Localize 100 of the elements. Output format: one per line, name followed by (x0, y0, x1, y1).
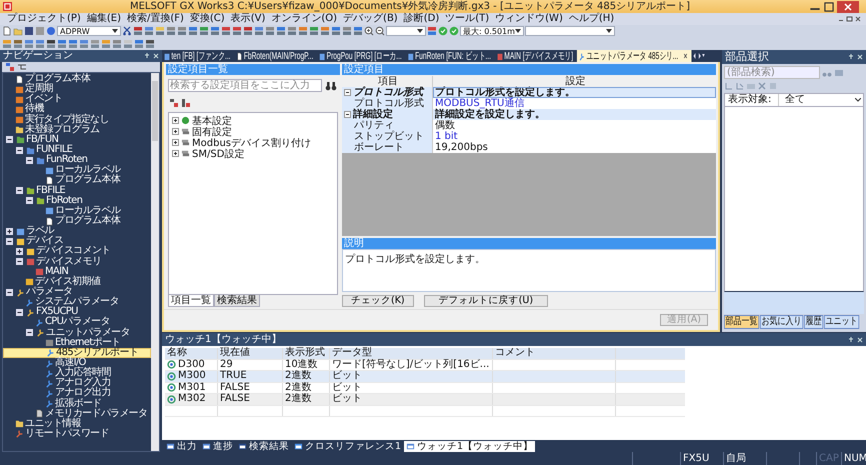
tree-item[interactable]: ローカルラベル (3, 206, 151, 216)
scrollbar[interactable] (151, 73, 159, 451)
scan-time-combo[interactable]: 最大: 0.501m (460, 26, 524, 36)
dialog-button[interactable]: チェック(K) (342, 295, 414, 307)
ladder-tool-icon[interactable] (177, 26, 187, 36)
ladder-tool-icon[interactable] (145, 38, 155, 49)
menu-item[interactable]: 表示(V) (228, 13, 268, 25)
expand-all-icon[interactable] (169, 98, 179, 108)
ladder-tool-icon[interactable] (298, 26, 308, 36)
tree-item[interactable]: FBFILE (3, 186, 151, 196)
tree-item[interactable]: 拡張ボード (3, 398, 151, 409)
tree-item[interactable]: ラベル (3, 226, 151, 236)
ladder-tool-icon[interactable] (188, 26, 198, 36)
panel-tab[interactable]: ユニット (824, 315, 860, 329)
tree-item[interactable]: Modbusデバイス割り付け (172, 137, 334, 148)
setting-value[interactable]: 偶数 (433, 120, 716, 131)
tree-item[interactable]: プログラム本体 (3, 175, 151, 186)
collapse-icon[interactable] (6, 136, 13, 144)
ladder-tool-icon[interactable] (210, 26, 220, 36)
ladder-tool-icon[interactable] (155, 26, 165, 36)
panel-tab[interactable]: 履歴 (804, 315, 824, 329)
tree-item[interactable]: 固有設定 (172, 126, 334, 137)
menu-item[interactable]: 変換(C) (186, 13, 228, 25)
zoom-out-icon[interactable] (375, 26, 385, 36)
tree-item[interactable]: FbRoten (3, 196, 151, 206)
tree-item[interactable]: FB/FUN (3, 134, 151, 145)
tree-item[interactable]: FUNFILE (3, 144, 151, 156)
tree-item[interactable]: FunRoten (3, 155, 151, 166)
collapse-icon[interactable] (26, 197, 33, 204)
output-tab[interactable]: ウォッチ1【ウォッチ中】 (404, 440, 536, 452)
output-tab[interactable]: 出力 (164, 440, 199, 452)
document-tab[interactable]: MAIN [デバイスメモリ] (494, 50, 578, 62)
tree-item[interactable]: 基本設定 (172, 115, 334, 126)
scissors-icon[interactable] (122, 26, 132, 36)
collapse-icon[interactable] (16, 146, 23, 154)
close-icon[interactable] (836, 0, 860, 12)
pin-close-icon[interactable] (144, 52, 160, 60)
ladder-tool-icon[interactable] (166, 26, 176, 36)
tool-icon[interactable] (735, 81, 745, 91)
ladder-tool-icon[interactable] (276, 26, 286, 36)
output-tab[interactable]: 検索結果 (236, 440, 291, 452)
panel-tab[interactable]: お気に入り (760, 315, 804, 329)
ladder-tool-icon[interactable] (13, 38, 23, 49)
tree-item[interactable]: 485シリアルポート (3, 348, 151, 358)
tree-item[interactable]: MAIN (3, 266, 151, 277)
output-tab[interactable]: クロスリファレンス1 (292, 440, 404, 452)
panel-tab[interactable]: 部品一覧 (724, 315, 760, 329)
expand-icon[interactable] (172, 117, 179, 124)
close-icon[interactable] (684, 53, 688, 59)
collapse-icon[interactable] (16, 187, 23, 194)
ladder-tool-icon[interactable] (353, 26, 363, 36)
expand-icon[interactable] (6, 228, 13, 235)
ladder-tool-icon[interactable] (342, 26, 352, 36)
collapse-all-icon[interactable] (181, 98, 191, 108)
tree-item[interactable]: 未登録プログラム (3, 124, 151, 135)
tree-item[interactable]: アナログ出力 (3, 388, 151, 398)
tool-icon[interactable] (724, 81, 734, 91)
collapse-icon[interactable] (344, 89, 351, 96)
group-row[interactable]: 詳細設定 詳細設定を設定します。 (342, 109, 716, 120)
expand-icon[interactable] (16, 248, 23, 255)
collapse-icon[interactable] (26, 329, 33, 336)
expand-icon[interactable] (172, 139, 179, 146)
tree-item[interactable]: デバイスメモリ (3, 256, 151, 267)
panel-tab[interactable]: 項目一覧 (168, 295, 214, 307)
setting-value[interactable]: MODBUS_RTU通信 (433, 98, 716, 109)
tree-item[interactable]: リモートパスワード (3, 428, 151, 440)
filter-dropdown[interactable]: 全て (779, 94, 863, 106)
menu-item[interactable]: 編集(E) (84, 13, 124, 25)
ladder-tool-icon[interactable] (144, 26, 154, 36)
tree-item[interactable]: ローカルラベル (3, 165, 151, 176)
save-icon[interactable] (24, 26, 34, 36)
ladder-tool-icon[interactable] (287, 26, 297, 36)
check-circle-icon[interactable] (438, 26, 448, 36)
tree-item[interactable]: 定周期 (3, 84, 151, 94)
combo-box[interactable] (525, 26, 615, 36)
tab-scroll-icon[interactable] (692, 52, 705, 60)
ladder-tool-icon[interactable] (199, 26, 209, 36)
ladder-tool-icon[interactable] (254, 26, 264, 36)
check-circle-icon[interactable] (449, 26, 459, 36)
ladder-tool-icon[interactable] (265, 26, 275, 36)
tree-item[interactable]: プログラム本体 (3, 216, 151, 226)
ladder-tool-icon[interactable] (320, 26, 330, 36)
help-icon[interactable] (46, 26, 56, 36)
binoculars-icon[interactable] (325, 80, 337, 90)
menu-item[interactable]: 検索/置換(F) (124, 13, 187, 25)
document-tab[interactable]: FbRoten(MAIN/ProgP... (234, 50, 318, 62)
ladder-tool-icon[interactable] (309, 26, 319, 36)
document-tab[interactable]: ユニットパラメータ 485シリ... (577, 50, 692, 62)
zoom-combo[interactable] (386, 26, 426, 36)
tree-item[interactable]: CPUパラメータ (3, 317, 151, 328)
delete-icon[interactable] (757, 81, 767, 91)
watch-row[interactable]: M302 FALSE 2進数 ビット (165, 394, 685, 406)
ladder-tool-icon[interactable] (232, 26, 242, 36)
ladder-tool-icon[interactable] (243, 26, 253, 36)
maximize-icon[interactable] (822, 0, 836, 12)
collapse-icon[interactable] (344, 111, 351, 118)
mdi-controls-icon[interactable] (838, 15, 862, 23)
collapse-icon[interactable] (26, 156, 33, 164)
tree-item[interactable]: デバイス初期値 (3, 276, 151, 287)
document-tab[interactable]: ten [FB] [ファンク... (162, 50, 235, 62)
